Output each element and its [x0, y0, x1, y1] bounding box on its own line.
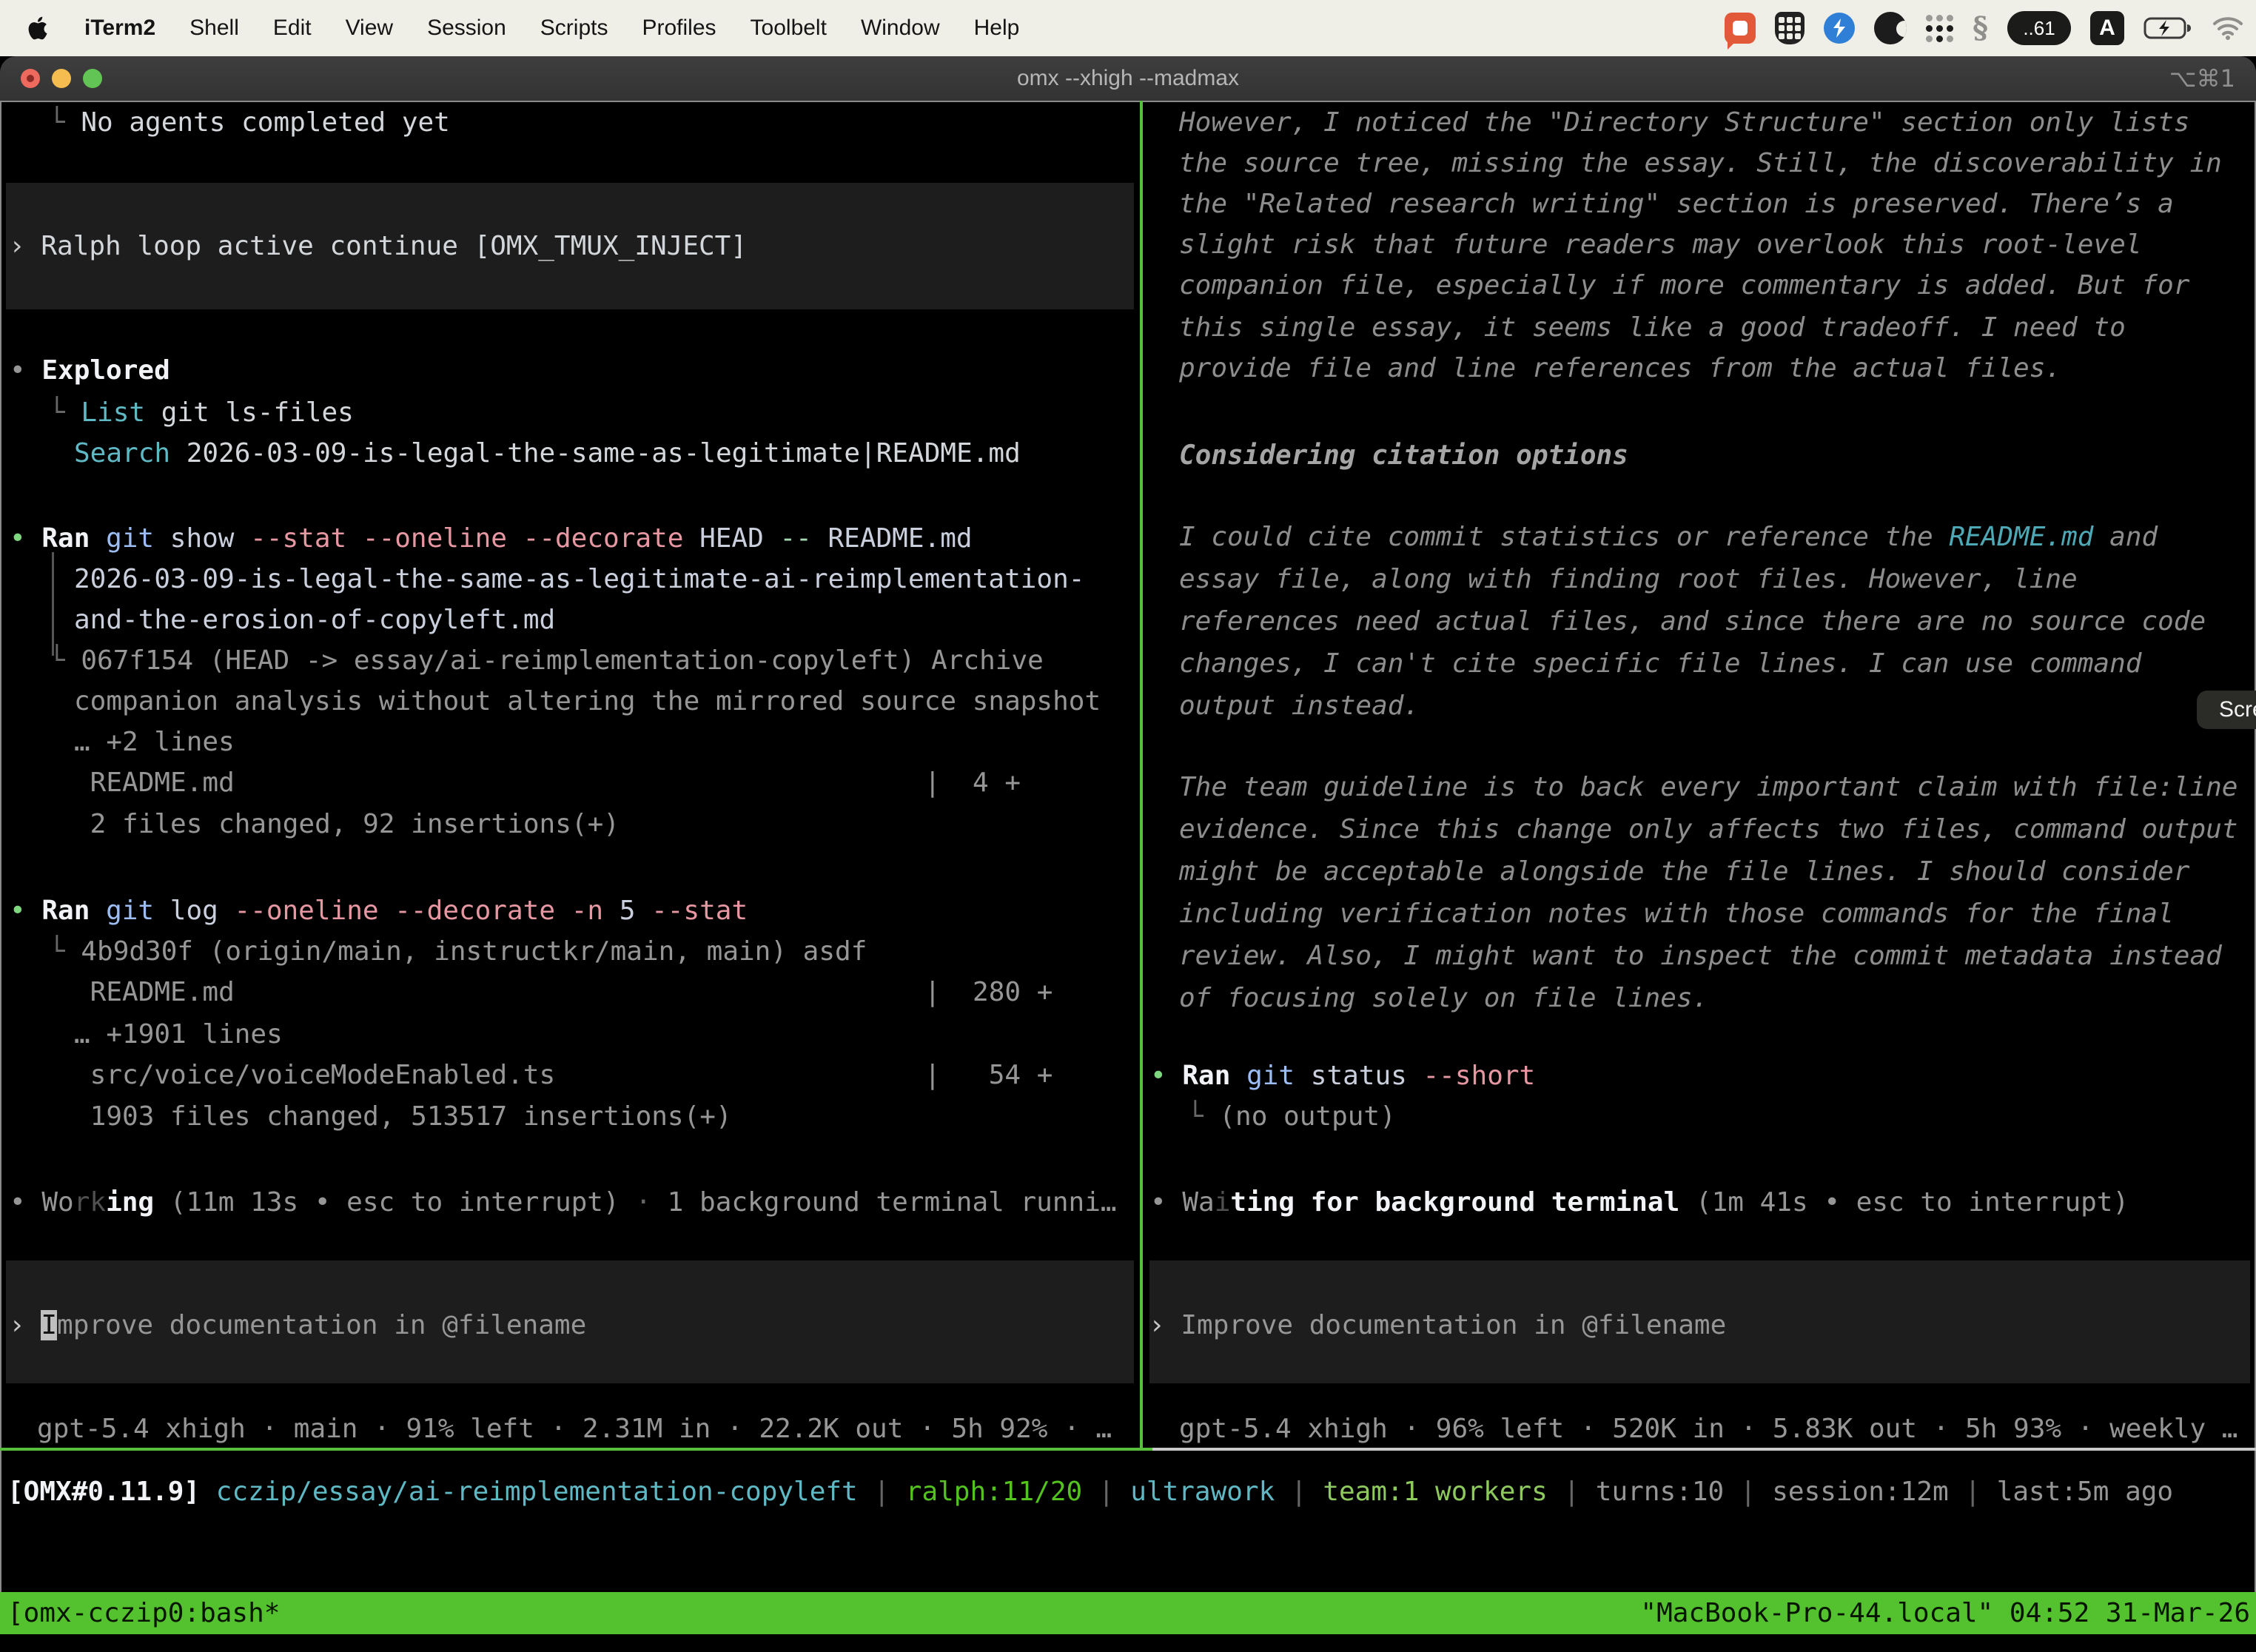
- menu-item-shell[interactable]: Shell: [189, 16, 239, 41]
- window-title-bar: omx --xhigh --madmax ⌥⌘1: [0, 56, 2256, 101]
- tmux-status-bar: [omx-cczip0:bash* "MacBook-Pro-44.local"…: [0, 1592, 2256, 1634]
- terminal-line-right: references need actual files, and since …: [1179, 600, 2206, 642]
- terminal-line-right: the source tree, missing the essay. Stil…: [1179, 142, 2222, 184]
- window-left-edge: [0, 101, 1, 1596]
- terminal-line-right: output instead.: [1179, 685, 1420, 727]
- terminal-line-right: of focusing solely on file lines.: [1179, 977, 1708, 1019]
- terminal-content: └ No agents completed yet › Ralph loop ac…: [0, 101, 2256, 1592]
- apple-menu-icon[interactable]: [28, 15, 50, 41]
- screen-share-overlay[interactable]: Scre: [2197, 691, 2256, 729]
- menu-item-toolbelt[interactable]: Toolbelt: [751, 16, 827, 41]
- terminal-line-right: • Ran git status --short: [1150, 1055, 1535, 1097]
- snake-icon[interactable]: §: [1973, 13, 1988, 43]
- terminal-line-left: 1903 files changed, 513517 insertions(+): [74, 1095, 732, 1138]
- window-title: omx --xhigh --madmax: [0, 66, 2256, 91]
- terminal-line-left: └ 067f154 (HEAD -> essay/ai-reimplementa…: [49, 639, 1044, 682]
- terminal-line-left: | 54 +: [924, 1054, 1053, 1096]
- assistant-badge[interactable]: A: [2090, 11, 2124, 45]
- terminal-line-left: › Ralph loop active continue [OMX_TMUX_I…: [9, 225, 747, 267]
- pane-divider[interactable]: [1140, 101, 1143, 1449]
- terminal-line-right: I could cite commit statistics or refere…: [1179, 516, 2158, 558]
- terminal-line-left: companion analysis without altering the …: [74, 680, 1101, 722]
- terminal-line-left: and-the-erosion-of-copyleft.md: [74, 599, 555, 641]
- right-pane-bottom-border: [1152, 1448, 2256, 1451]
- terminal-line-left: • Ran git show --stat --oneline --decora…: [10, 517, 973, 560]
- window-bottom-edge: [0, 1634, 2256, 1652]
- tmux-host-time: "MacBook-Pro-44.local" 04:52 31-Mar-26: [1640, 1592, 2256, 1634]
- terminal-line-right: the "Related research writing" section i…: [1179, 183, 2174, 225]
- terminal-line-right: • Waiting for background terminal (1m 41…: [1150, 1181, 2129, 1223]
- terminal-line-left: 2 files changed, 92 insertions(+): [74, 803, 620, 845]
- battery-icon[interactable]: [2143, 16, 2192, 40]
- terminal-line-left: src/voice/voiceModeEnabled.ts: [74, 1054, 555, 1096]
- terminal-line-right: slight risk that future readers may over…: [1179, 224, 2141, 266]
- terminal-line-left: └ No agents completed yet: [49, 101, 450, 144]
- terminal-line-left: | 280 +: [924, 971, 1053, 1013]
- terminal-line-right: gpt-5.4 xhigh · 96% left · 520K in · 5.8…: [1179, 1408, 2237, 1450]
- menu-item-window[interactable]: Window: [861, 16, 940, 41]
- terminal-line-right: essay file, along with finding root file…: [1179, 558, 2078, 600]
- terminal-line-left: └ List git ls-files: [49, 392, 354, 434]
- menu-item-help[interactable]: Help: [974, 16, 1020, 41]
- terminal-line-left: • Working (11m 13s • esc to interrupt) ·…: [10, 1181, 1117, 1223]
- terminal-line-left: • Ran git log --oneline --decorate -n 5 …: [10, 890, 748, 932]
- terminal-line-right: might be acceptable alongside the file l…: [1179, 850, 2189, 893]
- terminal-line-right: changes, I can't cite specific file line…: [1179, 642, 2141, 685]
- terminal-line-left: … +1901 lines: [74, 1013, 283, 1055]
- terminal-line-right: including verification notes with those …: [1179, 893, 2174, 935]
- shield-icon[interactable]: [1775, 12, 1805, 44]
- terminal-line-left: … +2 lines: [74, 721, 235, 763]
- dots-grid-icon[interactable]: [1926, 15, 1953, 42]
- pane-top-border: [0, 101, 2256, 102]
- terminal-line-left: └ 4b9d30f (origin/main, instructkr/main,…: [49, 930, 867, 973]
- terminal-line-left: • Explored: [10, 349, 170, 392]
- menu-item-scripts[interactable]: Scripts: [540, 16, 608, 41]
- menu-status-icons: § ..61 A: [1725, 11, 2256, 45]
- menu-item-view[interactable]: View: [346, 16, 393, 41]
- terminal-line-left: Search 2026-03-09-is-legal-the-same-as-l…: [74, 432, 1021, 474]
- terminal-line-right: › Improve documentation in @filename: [1149, 1304, 1726, 1346]
- screen-record-icon[interactable]: [1725, 13, 1756, 44]
- terminal-line-right: The team guideline is to back every impo…: [1179, 766, 2237, 808]
- window-shortcut-badge: ⌥⌘1: [2169, 64, 2235, 93]
- terminal-line-left: README.md: [74, 762, 235, 804]
- terminal-line-right: companion file, especially if more comme…: [1179, 264, 2189, 306]
- terminal-line-right: review. Also, I might want to inspect th…: [1179, 935, 2222, 977]
- omx-status-row: [OMX#0.11.9] cczip/essay/ai-reimplementa…: [7, 1471, 2173, 1513]
- terminal-line-left: README.md: [74, 971, 235, 1013]
- terminal-line-right: evidence. Since this change only affects…: [1179, 808, 2237, 850]
- terminal-line-left: › Improve documentation in @filename: [9, 1304, 586, 1346]
- terminal-line-left: gpt-5.4 xhigh · main · 91% left · 2.31M …: [37, 1408, 1112, 1450]
- messenger-icon[interactable]: [1824, 13, 1855, 44]
- terminal-line-right: this single essay, it seems like a good …: [1179, 306, 2126, 349]
- pie-icon[interactable]: [1874, 12, 1907, 44]
- menu-item-iterm2[interactable]: iTerm2: [84, 16, 155, 41]
- battery-percent-badge[interactable]: ..61: [2007, 11, 2071, 45]
- menu-items: iTerm2 Shell Edit View Session Scripts Profile…: [0, 15, 1019, 41]
- terminal-line-right: Considering citation options: [1179, 434, 1628, 477]
- menu-item-profiles[interactable]: Profiles: [642, 16, 716, 41]
- tmux-session-label: [omx-cczip0:bash*: [0, 1592, 280, 1634]
- wifi-icon[interactable]: [2212, 16, 2244, 41]
- terminal-line-right: However, I noticed the "Directory Struct…: [1179, 101, 2189, 144]
- terminal-line-left: 2026-03-09-is-legal-the-same-as-legitima…: [74, 558, 1084, 600]
- menu-item-session[interactable]: Session: [427, 16, 506, 41]
- menu-item-edit[interactable]: Edit: [273, 16, 312, 41]
- terminal-line-right: └ (no output): [1187, 1095, 1396, 1138]
- left-pane-bottom-border: [0, 1448, 1152, 1451]
- terminal-line-left: | 4 +: [924, 762, 1021, 804]
- menu-bar: iTerm2 Shell Edit View Session Scripts Profile…: [0, 0, 2256, 56]
- terminal-line-right: provide file and line references from th…: [1179, 347, 2061, 389]
